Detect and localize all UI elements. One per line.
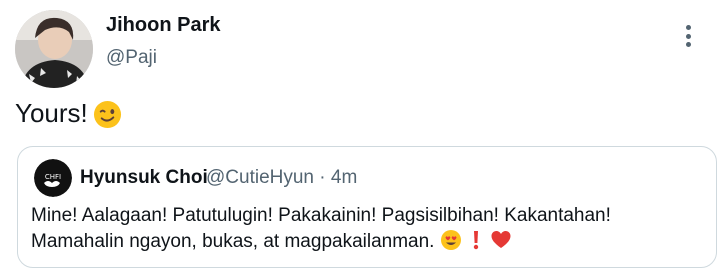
author-handle[interactable]: @Paji bbox=[106, 47, 157, 69]
quoted-tweet-card[interactable]: CHFI Hyunsuk Choi @CutieHyun · 4m Mine! … bbox=[17, 146, 717, 268]
red-exclamation-emoji bbox=[474, 231, 479, 250]
quoted-text-line-1: Mine! Aalagaan! Patutulugin! Pakakainin!… bbox=[31, 205, 611, 226]
author-name[interactable]: Jihoon Park bbox=[106, 14, 220, 37]
quoted-author-avatar[interactable]: CHFI bbox=[34, 159, 72, 197]
svg-text:CHFI: CHFI bbox=[45, 173, 61, 181]
quoted-author-name[interactable]: Hyunsuk Choi bbox=[80, 167, 208, 189]
wink-emoji bbox=[93, 100, 122, 129]
quoted-text-line-2-wrap: Mamahalin ngayon, bukas, at magpakailanm… bbox=[31, 229, 711, 255]
quoted-author-handle[interactable]: @CutieHyun bbox=[206, 167, 314, 188]
emoji-row bbox=[440, 229, 512, 251]
heart-eyes-emoji bbox=[441, 230, 462, 250]
tweet-text: Yours! bbox=[15, 98, 88, 128]
time-separator: · bbox=[319, 167, 326, 188]
author-avatar[interactable] bbox=[15, 10, 93, 88]
quoted-author-meta[interactable]: @CutieHyun · 4m bbox=[206, 167, 357, 189]
more-options-icon[interactable] bbox=[678, 23, 698, 49]
red-heart-emoji bbox=[491, 231, 511, 248]
quoted-tweet-text: Mine! Aalagaan! Patutulugin! Pakakainin!… bbox=[31, 203, 711, 255]
quoted-text-line-2: Mamahalin ngayon, bukas, at magpakailanm… bbox=[31, 231, 435, 252]
quoted-timestamp[interactable]: 4m bbox=[331, 167, 357, 188]
